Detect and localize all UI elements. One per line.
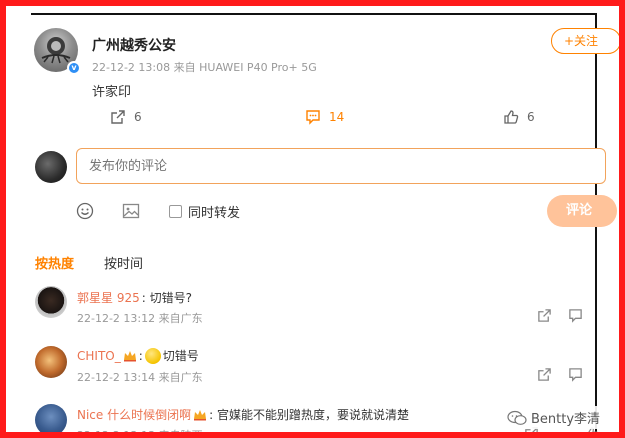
- comment-time: 22-12-2 13:14 来自广东: [77, 371, 203, 384]
- commenter-name[interactable]: 郭星星 925: [77, 289, 140, 306]
- wechat-icon: [507, 410, 527, 425]
- thinking-emoji-icon: [144, 347, 161, 364]
- comment-line: 郭星星 925 : 切错号?: [77, 289, 192, 306]
- comment-time: 22-12-2 13:13 来自陕西: [77, 429, 203, 438]
- follow-button[interactable]: +关注: [551, 28, 619, 54]
- comment-reply-button[interactable]: [568, 367, 583, 386]
- current-user-avatar: [35, 151, 67, 183]
- share-icon: [538, 309, 551, 322]
- share-icon: [538, 368, 551, 381]
- post-meta: 22-12-2 13:08 来自 HUAWEI P40 Pro+ 5G: [92, 61, 317, 74]
- commenter-avatar[interactable]: [35, 404, 67, 432]
- like-button[interactable]: 6: [503, 109, 535, 125]
- comment-icon: [569, 309, 582, 323]
- emoji-picker-button[interactable]: [76, 202, 94, 224]
- tab-sort-hot[interactable]: 按热度: [35, 253, 74, 272]
- share-icon: [111, 110, 125, 124]
- watermark: Bentty李清: [503, 406, 605, 429]
- verified-badge: v: [67, 61, 81, 75]
- comment-line: CHITO_ : 切错号: [77, 347, 199, 364]
- checkbox-box[interactable]: [169, 205, 182, 218]
- like-count: 6: [527, 110, 535, 124]
- submit-comment-button[interactable]: 评论: [547, 195, 617, 227]
- commenter-avatar[interactable]: [35, 286, 67, 318]
- commenter-name[interactable]: CHITO_: [77, 349, 121, 363]
- share-count: 6: [134, 110, 142, 124]
- comment-icon: [569, 368, 582, 382]
- comment-icon: [306, 110, 320, 125]
- comment-share-button[interactable]: [537, 367, 552, 386]
- like-icon: [504, 110, 519, 124]
- commenter-name[interactable]: Nice 什么时候倒闭啊: [77, 406, 191, 423]
- comment-colon: :: [138, 348, 143, 363]
- comment-button[interactable]: 14: [305, 109, 344, 125]
- comment-text: 切错号: [162, 349, 199, 363]
- commenter-avatar[interactable]: [35, 346, 67, 378]
- comment-input[interactable]: [76, 148, 606, 184]
- top-divider: [31, 13, 597, 15]
- post-content: 许家印: [92, 85, 132, 100]
- author-name[interactable]: 广州越秀公安: [92, 35, 176, 55]
- share-button[interactable]: 6: [110, 109, 142, 125]
- tab-sort-time[interactable]: 按时间: [104, 253, 143, 272]
- crown-icon: [194, 409, 207, 420]
- repost-label: 同时转发: [188, 206, 241, 221]
- smiley-icon: [76, 202, 94, 220]
- image-upload-button[interactable]: [122, 202, 140, 224]
- comment-reply-button[interactable]: [568, 308, 583, 327]
- comment-text: : 切错号?: [141, 291, 192, 305]
- comment-line: Nice 什么时候倒闭啊 : 官媒能不能别蹭热度，要说就说清楚: [77, 406, 409, 423]
- comment-time: 22-12-2 13:12 来自广东: [77, 312, 203, 325]
- repost-checkbox[interactable]: 同时转发: [169, 202, 240, 221]
- comment-share-button[interactable]: [537, 308, 552, 327]
- crown-icon: [123, 350, 136, 361]
- comment-count: 14: [329, 110, 345, 124]
- screenshot-frame: v 广州越秀公安 22-12-2 13:08 来自 HUAWEI P40 Pro…: [0, 0, 625, 438]
- image-icon: [122, 203, 140, 219]
- watermark-text: Bentty李清: [531, 412, 601, 427]
- comment-text: : 官媒能不能别蹭热度，要说就说清楚: [209, 408, 409, 422]
